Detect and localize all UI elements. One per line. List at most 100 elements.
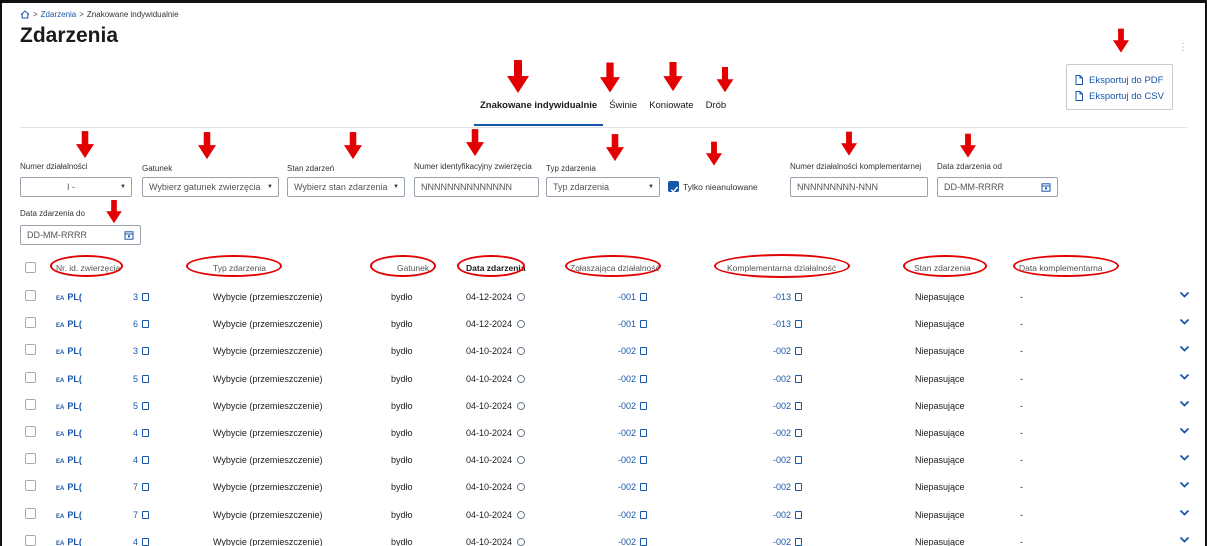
- gatunek-select[interactable]: Wybierz gatunek zwierzęcia ▼: [142, 177, 279, 197]
- animal-id-cell[interactable]: EA PL(: [56, 401, 82, 411]
- copy-icon[interactable]: [142, 429, 150, 437]
- copy-icon[interactable]: [640, 347, 648, 356]
- copy-icon[interactable]: [795, 293, 803, 301]
- table-row[interactable]: EA PL( 3 Wybycie (przemieszczenie) bydło …: [18, 338, 1198, 365]
- copy-icon[interactable]: [795, 320, 803, 329]
- zglaszajaca-cell[interactable]: -002: [618, 346, 648, 356]
- tab-koniowate[interactable]: Koniowate: [643, 94, 699, 126]
- animal-id-tail[interactable]: 6: [133, 319, 150, 329]
- copy-icon[interactable]: [640, 401, 648, 410]
- zglaszajaca-cell[interactable]: -001: [618, 292, 648, 302]
- animal-id-tail[interactable]: 4: [133, 428, 150, 438]
- copy-icon[interactable]: [795, 483, 803, 492]
- copy-icon[interactable]: [142, 401, 150, 410]
- select-all-checkbox[interactable]: [25, 262, 36, 273]
- chevron-down-icon[interactable]: [1179, 507, 1190, 518]
- komplementarna-cell[interactable]: -002: [773, 537, 803, 546]
- komplementarna-cell[interactable]: -013: [773, 319, 803, 329]
- row-checkbox[interactable]: [25, 344, 36, 356]
- chevron-down-icon[interactable]: [1179, 371, 1190, 382]
- animal-id-cell[interactable]: EA PL(: [56, 319, 82, 329]
- calendar-icon[interactable]: [124, 230, 134, 240]
- animal-id-tail[interactable]: 5: [133, 374, 150, 384]
- clock-icon[interactable]: [517, 347, 526, 356]
- table-row[interactable]: EA PL( 4 Wybycie (przemieszczenie) bydło …: [18, 420, 1198, 447]
- chevron-down-icon[interactable]: [1179, 316, 1190, 327]
- komplementarna-cell[interactable]: -002: [773, 428, 803, 438]
- clock-icon[interactable]: [517, 456, 526, 465]
- animal-id-cell[interactable]: EA PL(: [56, 510, 82, 520]
- copy-icon[interactable]: [795, 429, 803, 437]
- komplementarna-cell[interactable]: -002: [773, 374, 803, 384]
- copy-icon[interactable]: [142, 374, 150, 383]
- more-options-icon[interactable]: ⋮: [1178, 43, 1188, 53]
- animal-id-cell[interactable]: EA PL(: [56, 346, 82, 356]
- copy-icon[interactable]: [142, 537, 150, 546]
- zglaszajaca-cell[interactable]: -002: [618, 428, 648, 438]
- table-row[interactable]: EA PL( 5 Wybycie (przemieszczenie) bydło …: [18, 366, 1198, 393]
- tylko-nieanulowane-checkbox[interactable]: [668, 181, 679, 193]
- komplementarna-cell[interactable]: -013: [773, 292, 803, 302]
- clock-icon[interactable]: [517, 374, 526, 383]
- table-row[interactable]: EA PL( 3 Wybycie (przemieszczenie) bydło …: [18, 284, 1198, 311]
- copy-icon[interactable]: [640, 510, 648, 519]
- copy-icon[interactable]: [795, 456, 803, 465]
- table-row[interactable]: EA PL( 5 Wybycie (przemieszczenie) bydło …: [18, 393, 1198, 420]
- row-checkbox[interactable]: [25, 290, 36, 301]
- numer-identyfikacyjny-input[interactable]: NNNNNNNNNNNNNN: [414, 177, 539, 197]
- row-checkbox[interactable]: [25, 480, 36, 492]
- copy-icon[interactable]: [795, 401, 803, 410]
- numer-dzialalnosci-select[interactable]: I - ▼: [20, 177, 132, 197]
- row-checkbox[interactable]: [25, 398, 36, 410]
- row-checkbox[interactable]: [25, 534, 36, 546]
- table-row[interactable]: EA PL( 4 Wybycie (przemieszczenie) bydło …: [18, 447, 1198, 474]
- animal-id-tail[interactable]: 7: [133, 510, 150, 520]
- clock-icon[interactable]: [517, 320, 526, 329]
- copy-icon[interactable]: [142, 483, 150, 492]
- animal-id-cell[interactable]: EA PL(: [56, 455, 82, 465]
- clock-icon[interactable]: [517, 483, 526, 492]
- komplementarna-cell[interactable]: -002: [773, 455, 803, 465]
- stan-zdarzen-select[interactable]: Wybierz stan zdarzenia ▼: [287, 177, 405, 197]
- copy-icon[interactable]: [640, 456, 648, 465]
- chevron-down-icon[interactable]: [1179, 343, 1190, 354]
- home-icon[interactable]: [20, 10, 30, 19]
- copy-icon[interactable]: [640, 483, 648, 492]
- typ-zdarzenia-select[interactable]: Typ zdarzenia ▼: [546, 177, 660, 197]
- chevron-down-icon[interactable]: [1179, 398, 1190, 409]
- tab-swinie[interactable]: Świnie: [603, 94, 643, 126]
- animal-id-tail[interactable]: 3: [133, 292, 150, 302]
- komplementarna-cell[interactable]: -002: [773, 401, 803, 411]
- chevron-down-icon[interactable]: [1179, 425, 1190, 436]
- copy-icon[interactable]: [795, 374, 803, 383]
- copy-icon[interactable]: [795, 510, 803, 519]
- data-od-input[interactable]: DD-MM-RRRR: [937, 177, 1058, 197]
- clock-icon[interactable]: [517, 429, 526, 437]
- copy-icon[interactable]: [640, 537, 648, 546]
- zglaszajaca-cell[interactable]: -002: [618, 374, 648, 384]
- komplementarna-cell[interactable]: -002: [773, 510, 803, 520]
- animal-id-cell[interactable]: EA PL(: [56, 428, 82, 438]
- animal-id-tail[interactable]: 5: [133, 401, 150, 411]
- export-csv-button[interactable]: Eksportuj do CSV: [1075, 88, 1164, 104]
- animal-id-tail[interactable]: 4: [133, 537, 150, 546]
- table-row[interactable]: EA PL( 7 Wybycie (przemieszczenie) bydło …: [18, 502, 1198, 529]
- komplementarna-cell[interactable]: -002: [773, 482, 803, 492]
- zglaszajaca-cell[interactable]: -002: [618, 455, 648, 465]
- copy-icon[interactable]: [640, 293, 648, 301]
- table-row[interactable]: EA PL( 7 Wybycie (przemieszczenie) bydło …: [18, 474, 1198, 501]
- zglaszajaca-cell[interactable]: -002: [618, 482, 648, 492]
- copy-icon[interactable]: [142, 293, 150, 301]
- copy-icon[interactable]: [640, 429, 648, 437]
- chevron-down-icon[interactable]: [1179, 479, 1190, 490]
- export-pdf-button[interactable]: Eksportuj do PDF: [1075, 72, 1164, 88]
- clock-icon[interactable]: [517, 510, 526, 519]
- clock-icon[interactable]: [517, 293, 526, 301]
- numer-komplementarnej-input[interactable]: NNNNNNNNN-NNN: [790, 177, 928, 197]
- chevron-down-icon[interactable]: [1179, 534, 1190, 545]
- copy-icon[interactable]: [795, 347, 803, 356]
- chevron-down-icon[interactable]: [1179, 289, 1190, 300]
- clock-icon[interactable]: [517, 401, 526, 410]
- zglaszajaca-cell[interactable]: -002: [618, 537, 648, 546]
- zglaszajaca-cell[interactable]: -001: [618, 319, 648, 329]
